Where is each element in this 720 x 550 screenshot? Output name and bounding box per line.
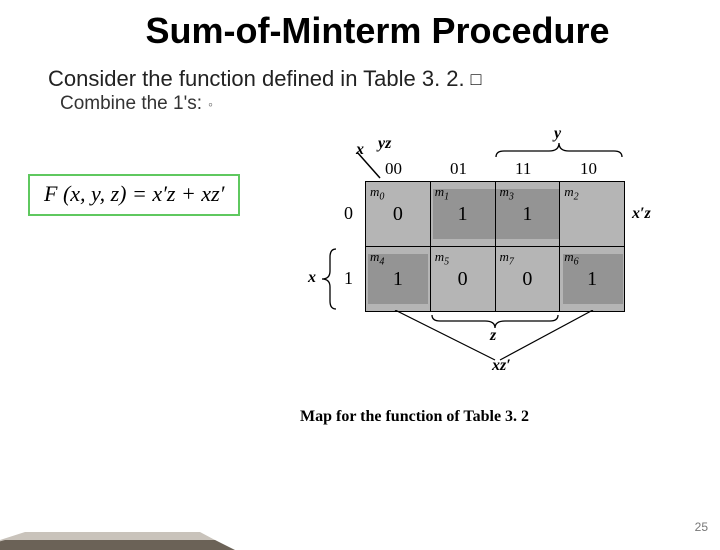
cell-m0: m0 0 <box>366 182 431 247</box>
formula-box: F (x, y, z) = x′z + xz′ <box>28 174 240 216</box>
label-xprime-z: x′z <box>632 205 651 223</box>
brace-y <box>494 141 624 159</box>
label-y: y <box>554 125 561 143</box>
cell-m5: m5 0 <box>430 247 495 312</box>
figure-caption: Map for the function of Table 3. 2 <box>300 408 529 426</box>
row-0: 0 <box>344 203 353 224</box>
col-11: 11 <box>515 159 531 179</box>
cell-m1: m1 1 <box>430 182 495 247</box>
cell-m3: m3 1 <box>495 182 560 247</box>
cell-m7: m7 0 <box>495 247 560 312</box>
kmap-figure: x yz 00 01 11 10 0 1 m0 0 m1 <box>310 135 650 365</box>
cell-m6: m6 1 <box>560 247 625 312</box>
page-title: Sum-of-Minterm Procedure <box>65 10 690 52</box>
slide: Sum-of-Minterm Procedure Consider the fu… <box>0 0 720 540</box>
axis-x-label: x <box>356 141 364 159</box>
formula: F (x, y, z) = x′z + xz′ <box>44 181 224 206</box>
col-01: 01 <box>450 159 467 179</box>
page-number: 25 <box>695 520 708 534</box>
label-x: x <box>308 269 316 287</box>
kmap-grid: m0 0 m1 1 m3 1 m2 <box>365 181 625 312</box>
wrap-lines <box>365 310 625 370</box>
placeholder-square-icon: □ <box>471 69 482 90</box>
combine-line: Combine the 1's: ◦ <box>60 93 690 115</box>
col-10: 10 <box>580 159 597 179</box>
row-1: 1 <box>344 268 353 289</box>
subtitle: Consider the function defined in Table 3… <box>48 66 465 92</box>
bullet-icon: ◦ <box>208 96 213 112</box>
axis-yz-label: yz <box>378 135 391 153</box>
cell-m4: m4 1 <box>366 247 431 312</box>
cell-m2: m2 <box>560 182 625 247</box>
brace-x <box>320 247 338 311</box>
combine-text: Combine the 1's: <box>60 93 202 115</box>
col-00: 00 <box>385 159 402 179</box>
